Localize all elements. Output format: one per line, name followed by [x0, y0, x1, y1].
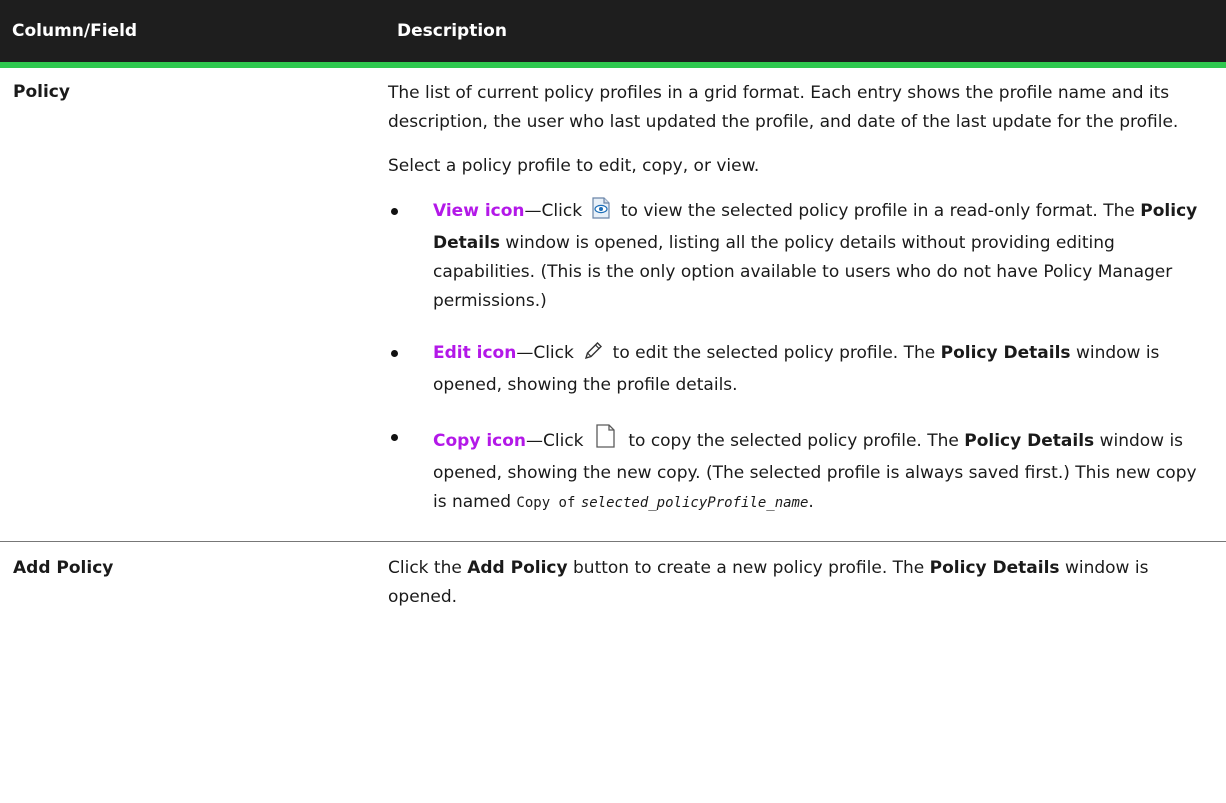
- copy-click-text: —Click: [526, 431, 584, 451]
- view-desc-rest: window is opened, listing all the policy…: [433, 233, 1173, 311]
- header-column-field: Column/Field: [0, 0, 385, 62]
- copy-end-period: .: [808, 492, 814, 512]
- add-policy-button-label: Add Policy: [467, 558, 568, 578]
- policy-select-text: Select a policy profile to edit, copy, o…: [388, 156, 760, 176]
- policy-options-list: View icon—Click to view the selected pol…: [388, 197, 1198, 518]
- table-header-row: Column/Field Description: [0, 0, 1226, 62]
- copy-name-placeholder: selected_policyProfile_name: [580, 495, 809, 511]
- field-name-policy: Policy: [0, 68, 385, 542]
- list-item-view: View icon—Click to view the selected pol…: [388, 197, 1198, 316]
- copy-icon[interactable]: [593, 423, 619, 459]
- policy-details-label: Policy Details: [964, 431, 1095, 451]
- edit-desc-text: to edit the selected policy profile. The: [612, 343, 936, 363]
- field-name-add-policy: Add Policy: [13, 558, 114, 578]
- copy-icon-link[interactable]: Copy icon: [433, 431, 526, 451]
- header-description: Description: [385, 0, 1226, 62]
- add-policy-mid: button to create a new policy profile. T…: [573, 558, 925, 578]
- policy-details-label: Policy Details: [940, 343, 1071, 363]
- view-desc-text: to view the selected policy profile in a…: [620, 201, 1135, 221]
- field-description-table: Column/Field Description Policy The list…: [0, 0, 1226, 612]
- view-icon[interactable]: [591, 197, 611, 229]
- edit-icon-link[interactable]: Edit icon: [433, 343, 516, 363]
- table-row: Policy The list of current policy profil…: [0, 68, 1226, 542]
- view-icon-link[interactable]: View icon: [433, 201, 525, 221]
- copy-name-code: Copy of: [516, 495, 576, 511]
- list-item-edit: Edit icon—Click to edit the selected pol…: [388, 339, 1198, 400]
- pencil-icon[interactable]: [583, 339, 603, 371]
- table-row: Add Policy Click the Add Policy button t…: [0, 542, 1226, 613]
- description-policy: The list of current policy profiles in a…: [385, 68, 1226, 542]
- description-add-policy: Click the Add Policy button to create a …: [385, 542, 1226, 613]
- view-click-text: —Click: [524, 201, 583, 221]
- policy-details-label: Policy Details: [929, 558, 1060, 578]
- copy-desc-text: to copy the selected policy profile. The: [628, 431, 959, 451]
- edit-click-text: —Click: [516, 343, 574, 363]
- policy-intro: The list of current policy profiles in a…: [388, 83, 1179, 132]
- list-item-copy: Copy icon—Click to copy the selected pol…: [388, 423, 1198, 518]
- add-policy-pre: Click the: [388, 558, 462, 578]
